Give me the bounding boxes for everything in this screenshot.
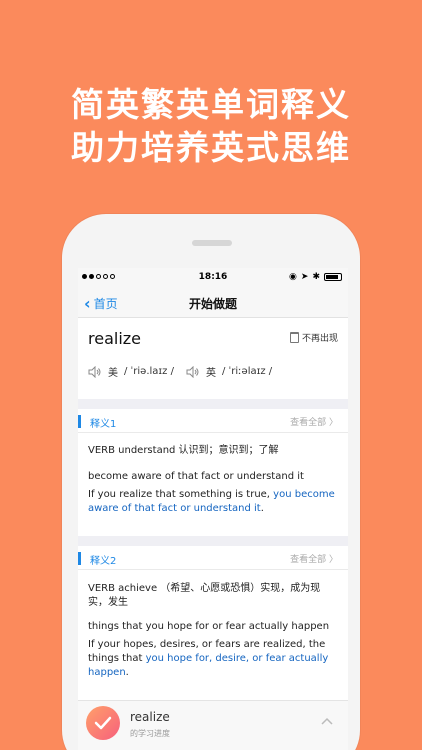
definition-2-en: things that you hope for or fear actuall…: [88, 621, 330, 632]
phone-screen: 18:16 ◉ ➤ ✱ ‹ 首页 开始做题 realize 不再出现 美 / ˈ: [78, 268, 348, 750]
definition-1-zh: VERB understand 认识到；意识到；了解: [88, 445, 279, 456]
bluetooth-icon: ✱: [312, 272, 320, 282]
example-1-post: .: [260, 503, 264, 514]
definition-1-example: If you realize that something is true, y…: [88, 488, 338, 516]
uk-label: 英: [206, 368, 216, 379]
status-right: ◉ ➤ ✱: [289, 272, 342, 282]
pronounce-uk-button[interactable]: 英 / ˈriːəlaɪz /: [186, 364, 272, 379]
battery-icon: [324, 273, 342, 281]
headline-line-1: 简英繁英单词释义: [71, 85, 351, 124]
chevron-up-icon[interactable]: [320, 716, 334, 726]
progress-word: realize: [130, 710, 170, 724]
definition-2-header: 释义2 查看全部 〉: [78, 546, 348, 570]
accent-bar: [78, 552, 81, 565]
example-2-post: .: [125, 667, 129, 678]
word-title: realize: [88, 329, 142, 348]
definition-2-label: 释义2: [90, 556, 117, 567]
definition-1-view-all[interactable]: 查看全部 〉: [290, 415, 338, 428]
hide-label: 不再出现: [301, 334, 338, 344]
definition-1-header: 释义1 查看全部 〉: [78, 409, 348, 433]
us-label: 美: [108, 368, 118, 379]
nav-bar: ‹ 首页 开始做题: [78, 288, 348, 318]
progress-subtitle: 的学习进度: [130, 729, 170, 738]
check-icon: [94, 716, 112, 730]
location-icon: ➤: [300, 272, 309, 282]
example-1-pre: If you realize that something is true,: [88, 489, 274, 500]
speaker-icon: [88, 365, 101, 378]
definition-2-zh: VERB achieve （希望、心愿或恐惧）实现，成为现实，发生: [88, 583, 321, 608]
definition-2-body: VERB achieve （希望、心愿或恐惧）实现，成为现实，发生 things…: [78, 582, 348, 700]
headline-line-2: 助力培养英式思维: [71, 128, 351, 167]
trash-icon: [289, 332, 299, 343]
definition-1-en: become aware of that fact or understand …: [88, 471, 304, 482]
status-bar: 18:16 ◉ ➤ ✱: [78, 268, 348, 288]
uk-phonetic: / ˈriːəlaɪz /: [222, 366, 273, 377]
definition-2-view-all[interactable]: 查看全部 〉: [290, 552, 338, 565]
definition-1-label: 释义1: [90, 419, 117, 430]
speaker-icon: [186, 365, 199, 378]
section-divider: [78, 399, 348, 409]
mastered-button[interactable]: [86, 706, 120, 740]
pronounce-us-button[interactable]: 美 / ˈriə.laɪz /: [88, 364, 174, 379]
page-title: 开始做题: [188, 297, 237, 311]
accent-bar: [78, 415, 81, 428]
orientation-lock-icon: ◉: [289, 272, 297, 282]
section-divider: [78, 536, 348, 546]
progress-bar-panel: realize 的学习进度: [78, 700, 348, 750]
hide-word-button[interactable]: 不再出现: [289, 331, 338, 344]
word-card: realize 不再出现 美 / ˈriə.laɪz / 英 / ˈriːəla…: [78, 319, 348, 399]
phone-speaker: [192, 240, 232, 246]
definition-1-body: VERB understand 认识到；意识到；了解 become aware …: [78, 444, 348, 536]
definition-2-example: If your hopes, desires, or fears are rea…: [88, 638, 338, 680]
us-phonetic: / ˈriə.laɪz /: [124, 366, 174, 377]
